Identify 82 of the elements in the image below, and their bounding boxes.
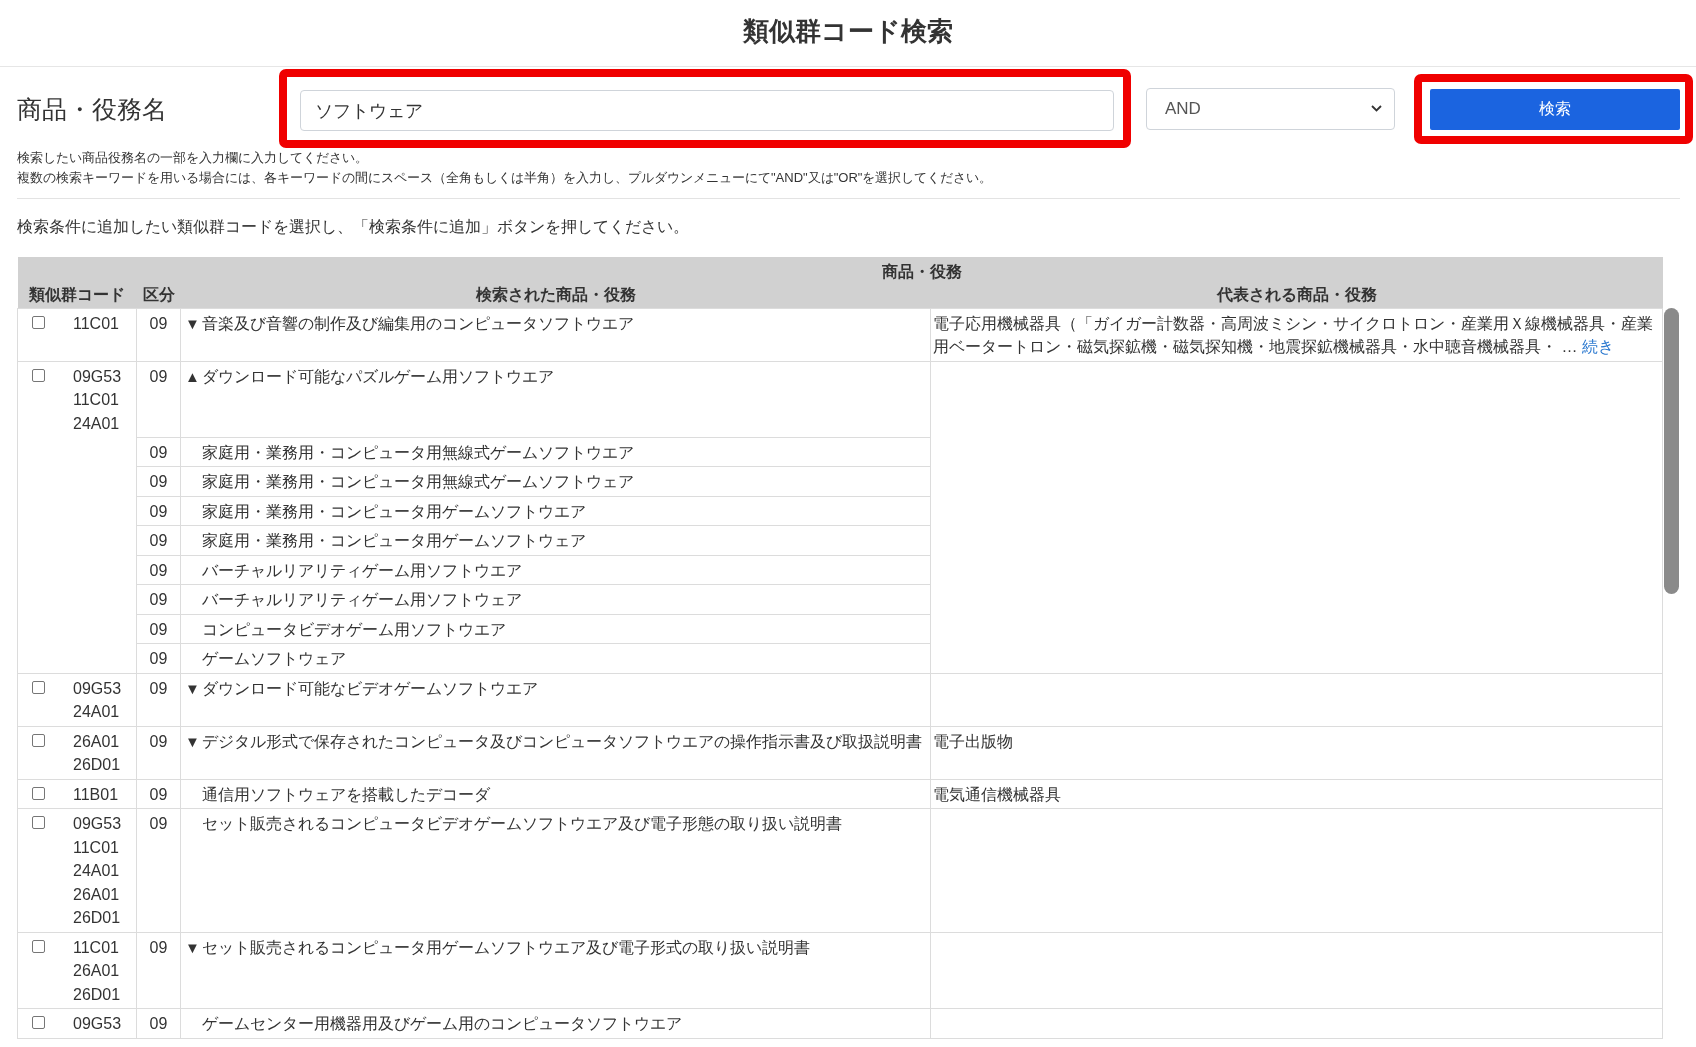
- checkbox[interactable]: [32, 786, 45, 800]
- goods-name: 通信用ソフトウェアを搭載したデコーダ: [202, 784, 491, 805]
- group-code: 11B01: [73, 784, 119, 805]
- class-number: 09: [149, 561, 168, 579]
- group-code: 09G53: [73, 1014, 122, 1034]
- field-label: 商品・役務名: [17, 93, 168, 125]
- goods-name: 音楽及び音響の制作及び編集用のコンピュータソフトウエア: [202, 313, 635, 334]
- goods-name: 家庭用・業務用・コンピュータ用無線式ゲームソフトウェア: [202, 472, 635, 492]
- operator-select[interactable]: AND: [1146, 87, 1395, 130]
- group-code: 11C01: [73, 937, 119, 958]
- representative-goods: 電気通信機械器具: [933, 784, 1062, 805]
- more-link[interactable]: 続き: [1581, 338, 1614, 355]
- goods-name: コンピュータビデオゲーム用ソフトウエア: [202, 619, 507, 640]
- column-header: 区分: [136, 257, 181, 308]
- goods-name: ダウンロード可能なビデオゲームソフトウエア: [202, 678, 539, 699]
- class-number: 09: [149, 732, 168, 750]
- goods-name: 家庭用・業務用・コンピュータ用無線式ゲームソフトウエア: [202, 442, 635, 463]
- class-number: 09: [149, 815, 168, 832]
- expand-toggle[interactable]: ▼: [185, 935, 202, 959]
- class-number: 09: [149, 650, 168, 667]
- chevron-down-icon: [1371, 105, 1382, 112]
- goods-name: デジタル形式で保存されたコンピュータ及びコンピュータソフトウエアの操作指示書及び取扱説明書: [202, 731, 923, 752]
- class-number: 09: [149, 367, 168, 385]
- column-header: 類似群コード: [17, 257, 137, 308]
- checkbox[interactable]: [32, 315, 45, 329]
- checkbox[interactable]: [32, 368, 45, 382]
- group-code: 11C01: [73, 313, 119, 334]
- group-code: 26A01: [73, 731, 120, 752]
- help-text: 複数の検索キーワードを用いる場合には、各キーワードの間にスペース（全角もしくは半角）を入力し、プルダウンメニューにて"AND"又は"OR"を選択してください。: [17, 169, 994, 187]
- expand-toggle[interactable]: ▼: [185, 729, 202, 753]
- goods-name: セット販売されるコンピュータビデオゲームソフトウエア及び電子形態の取り扱い説明書: [202, 814, 843, 834]
- goods-name: ゲームソフトウェア: [202, 649, 347, 669]
- instruction-text: 検索条件に追加したい類似群コードを選択し、「検索条件に追加」ボタンを押してください。: [17, 217, 690, 237]
- scrollbar-thumb[interactable]: [1664, 308, 1679, 594]
- class-number: 09: [149, 620, 168, 638]
- goods-name: 家庭用・業務用・コンピュータ用ゲームソフトウエア: [202, 501, 587, 522]
- class-number: 09: [149, 532, 168, 549]
- column-group-header: 商品・役務: [180, 257, 1663, 282]
- group-code: 24A01: [73, 413, 120, 434]
- search-button[interactable]: 検索: [1430, 88, 1680, 130]
- checkbox[interactable]: [32, 939, 45, 953]
- expand-toggle[interactable]: ▲: [185, 364, 202, 388]
- expand-toggle[interactable]: ▼: [185, 676, 202, 700]
- goods-name: バーチャルリアリティゲーム用ソフトウェア: [202, 590, 523, 610]
- class-number: 09: [149, 314, 168, 332]
- group-code: 26D01: [73, 908, 121, 928]
- expand-toggle[interactable]: ▼: [185, 311, 202, 335]
- representative-goods: 電子出版物: [933, 731, 1014, 752]
- representative-goods: 電子応用機械器具（「ガイガー計数器・高周波ミシン・サイクロトロン・産業用Ｘ線機械器具・産業用ベータートロン・磁気探鉱機・磁気探知機・地震探鉱機械器具・水中聴音機械器具・ … 続き: [933, 313, 1654, 357]
- search-input[interactable]: ソフトウェア: [300, 90, 1114, 131]
- group-code: 24A01: [73, 702, 120, 722]
- group-code: 09G53: [73, 678, 122, 699]
- class-number: 09: [149, 938, 168, 956]
- class-number: 09: [149, 473, 168, 490]
- page-title: 類似群コード検索: [743, 15, 953, 47]
- help-text: 検索したい商品役務名の一部を入力欄に入力してください。: [17, 149, 369, 167]
- group-code: 11C01: [73, 390, 119, 410]
- group-code: 24A01: [73, 861, 120, 881]
- group-code: 26A01: [73, 884, 120, 905]
- class-number: 09: [149, 1015, 168, 1032]
- checkbox[interactable]: [32, 1016, 45, 1029]
- checkbox[interactable]: [32, 680, 45, 694]
- group-code: 09G53: [73, 814, 122, 834]
- class-number: 09: [149, 785, 168, 803]
- column-header: 代表される商品・役務: [930, 282, 1663, 308]
- class-number: 09: [149, 679, 168, 697]
- column-header: 検索された商品・役務: [180, 282, 931, 308]
- group-code: 11C01: [73, 837, 119, 858]
- checkbox[interactable]: [32, 816, 45, 829]
- goods-name: ダウンロード可能なパズルゲーム用ソフトウエア: [202, 366, 555, 387]
- goods-name: 家庭用・業務用・コンピュータ用ゲームソフトウェア: [202, 531, 587, 551]
- class-number: 09: [149, 443, 168, 461]
- group-code: 26D01: [73, 755, 121, 775]
- class-number: 09: [149, 591, 168, 608]
- group-code: 26A01: [73, 961, 120, 981]
- group-code: 26D01: [73, 984, 121, 1005]
- checkbox[interactable]: [32, 733, 45, 747]
- group-code: 09G53: [73, 366, 122, 387]
- goods-name: セット販売されるコンピュータ用ゲームソフトウエア及び電子形式の取り扱い説明書: [202, 937, 811, 958]
- goods-name: バーチャルリアリティゲーム用ソフトウエア: [202, 560, 523, 581]
- class-number: 09: [149, 502, 168, 520]
- goods-name: ゲームセンター用機器用及びゲーム用のコンピュータソフトウエア: [202, 1014, 683, 1034]
